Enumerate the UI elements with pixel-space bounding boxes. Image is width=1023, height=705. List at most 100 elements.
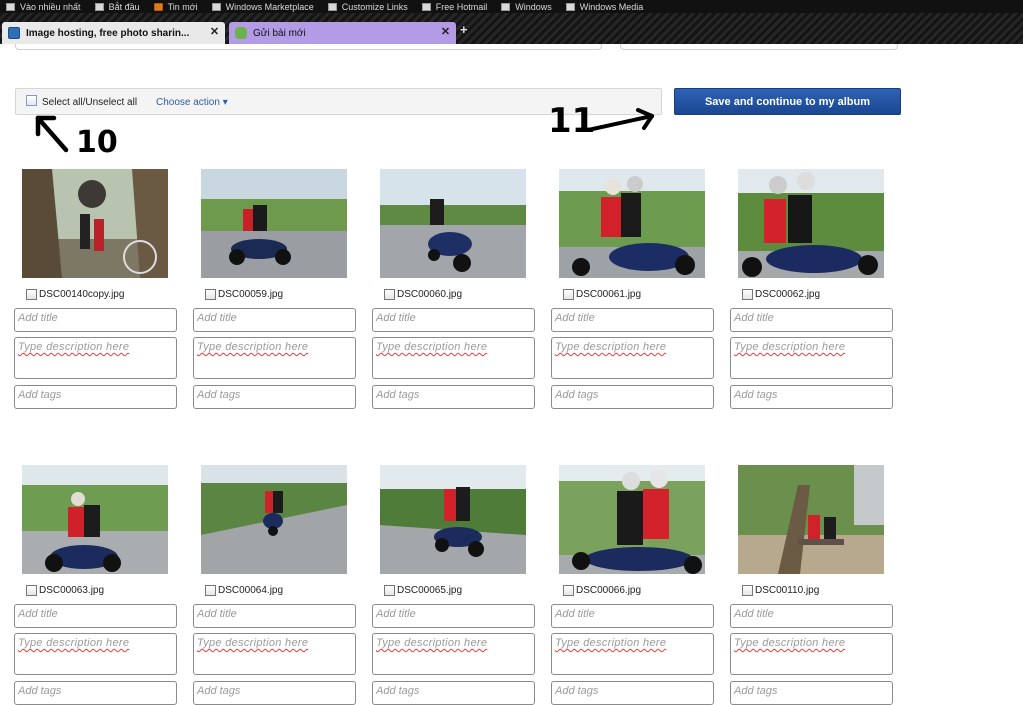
photo-filename: DSC00110.jpg <box>755 585 820 596</box>
photo-select: DSC00140copy.jpg <box>26 289 124 300</box>
photo-checkbox[interactable] <box>384 585 395 596</box>
photo-title-input[interactable]: Add title <box>551 604 714 628</box>
photo-thumbnail[interactable] <box>201 465 347 574</box>
new-tab-button[interactable]: + <box>460 22 468 37</box>
photo-checkbox[interactable] <box>26 289 37 300</box>
photo-title-input[interactable]: Add title <box>14 308 177 332</box>
annotation-arrow-10: 10 <box>35 115 118 160</box>
photo-select: DSC00059.jpg <box>205 289 283 300</box>
photo-title-input[interactable]: Add title <box>193 604 356 628</box>
forum-favicon-icon <box>235 27 247 39</box>
description-placeholder: Type description here <box>376 341 488 353</box>
photo-checkbox[interactable] <box>384 289 395 300</box>
photo-description-input[interactable]: Type description here <box>193 337 356 379</box>
photo-filename: DSC00063.jpg <box>39 585 105 596</box>
photo-filename: DSC00065.jpg <box>397 585 463 596</box>
description-placeholder: Type description here <box>555 637 667 649</box>
description-placeholder: Type description here <box>734 637 846 649</box>
bookmark-item[interactable]: Windows <box>495 2 552 12</box>
bookmark-label: Bắt đầu <box>108 1 140 12</box>
select-all-checkbox[interactable] <box>26 95 37 106</box>
photo-title-input[interactable]: Add title <box>730 604 893 628</box>
description-placeholder: Type description here <box>555 341 667 353</box>
bookmark-item[interactable]: Bắt đầu <box>89 2 140 12</box>
photo-thumbnail[interactable] <box>380 169 526 278</box>
photo-thumbnail[interactable] <box>201 169 347 278</box>
photo-filename: DSC00064.jpg <box>218 585 284 596</box>
close-tab-icon[interactable]: ✕ <box>209 27 220 38</box>
photo-tags-input[interactable]: Add tags <box>730 681 893 705</box>
choose-action-dropdown[interactable]: Choose action ▾ <box>156 97 228 108</box>
photo-description-input[interactable]: Type description here <box>551 337 714 379</box>
photo-description-input[interactable]: Type description here <box>730 337 893 379</box>
photo-checkbox[interactable] <box>563 289 574 300</box>
save-button[interactable]: Save and continue to my album <box>674 88 901 115</box>
photo-thumbnail[interactable] <box>559 465 705 574</box>
tab-label: Gửi bài mới <box>253 27 306 39</box>
bookmark-item[interactable]: Vào nhiều nhất <box>0 2 81 12</box>
photo-description-input[interactable]: Type description here <box>193 633 356 675</box>
annotation-number: 10 <box>76 125 118 160</box>
photo-thumbnail[interactable] <box>22 169 168 278</box>
photo-thumbnail[interactable] <box>559 169 705 278</box>
photo-thumbnail[interactable] <box>738 465 884 574</box>
select-all-label[interactable]: Select all/Unselect all <box>42 97 137 108</box>
photo-tags-input[interactable]: Add tags <box>14 385 177 409</box>
photo-tags-input[interactable]: Add tags <box>193 681 356 705</box>
tab-new-post[interactable]: Gửi bài mới ✕ <box>229 22 456 44</box>
bookmarks-bar: Vào nhiều nhất Bắt đầu Tin mới Windows Mark… <box>0 0 1023 13</box>
photo-description-input[interactable]: Type description here <box>372 337 535 379</box>
photo-select: DSC00066.jpg <box>563 585 641 596</box>
photo-checkbox[interactable] <box>205 585 216 596</box>
photo-tags-input[interactable]: Add tags <box>551 385 714 409</box>
photo-title-input[interactable]: Add title <box>372 604 535 628</box>
tab-image-hosting[interactable]: Image hosting, free photo sharin... ✕ <box>2 22 225 44</box>
photo-description-input[interactable]: Type description here <box>372 633 535 675</box>
photo-description-input[interactable]: Type description here <box>14 337 177 379</box>
photo-title-input[interactable]: Add title <box>372 308 535 332</box>
photo-title-input[interactable]: Add title <box>551 308 714 332</box>
tab-label: Image hosting, free photo sharin... <box>26 27 190 39</box>
annotation-number: 11 <box>548 101 595 141</box>
photo-tags-input[interactable]: Add tags <box>14 681 177 705</box>
photo-checkbox[interactable] <box>26 585 37 596</box>
close-tab-icon[interactable]: ✕ <box>440 27 451 38</box>
photo-checkbox[interactable] <box>205 289 216 300</box>
bookmark-item[interactable]: Customize Links <box>322 2 408 12</box>
page-icon <box>94 2 104 11</box>
photo-filename: DSC00061.jpg <box>576 289 642 300</box>
photo-title-input[interactable]: Add title <box>14 604 177 628</box>
photo-checkbox[interactable] <box>563 585 574 596</box>
description-placeholder: Type description here <box>734 341 846 353</box>
bookmark-item[interactable]: Windows Marketplace <box>206 2 314 12</box>
bookmark-label: Windows <box>515 1 552 12</box>
photo-thumbnail[interactable] <box>738 169 884 278</box>
photo-description-input[interactable]: Type description here <box>551 633 714 675</box>
photo-tags-input[interactable]: Add tags <box>730 385 893 409</box>
photo-filename: DSC00059.jpg <box>218 289 284 300</box>
photo-filename: DSC00066.jpg <box>576 585 642 596</box>
photo-description-input[interactable]: Type description here <box>730 633 893 675</box>
photo-title-input[interactable]: Add title <box>730 308 893 332</box>
photo-title-input[interactable]: Add title <box>193 308 356 332</box>
bookmark-item[interactable]: Windows Media <box>560 2 643 12</box>
bookmark-label: Vào nhiều nhất <box>20 1 81 12</box>
bookmark-item[interactable]: Free Hotmail <box>416 2 487 12</box>
photo-tags-input[interactable]: Add tags <box>193 385 356 409</box>
photo-thumbnail[interactable] <box>22 465 168 574</box>
photo-filename: DSC00140copy.jpg <box>39 289 125 300</box>
photo-filename: DSC00060.jpg <box>397 289 463 300</box>
photo-select: DSC00064.jpg <box>205 585 283 596</box>
photo-tags-input[interactable]: Add tags <box>372 385 535 409</box>
page-icon <box>211 2 221 11</box>
photo-thumbnail[interactable] <box>380 465 526 574</box>
photo-tags-input[interactable]: Add tags <box>551 681 714 705</box>
annotation-arrow-11: 11 <box>548 101 654 141</box>
photo-checkbox[interactable] <box>742 289 753 300</box>
page-icon <box>501 2 511 11</box>
photo-tags-input[interactable]: Add tags <box>372 681 535 705</box>
bookmark-item[interactable]: Tin mới <box>148 2 198 12</box>
photo-checkbox[interactable] <box>742 585 753 596</box>
photo-select: DSC00063.jpg <box>26 585 104 596</box>
photo-description-input[interactable]: Type description here <box>14 633 177 675</box>
